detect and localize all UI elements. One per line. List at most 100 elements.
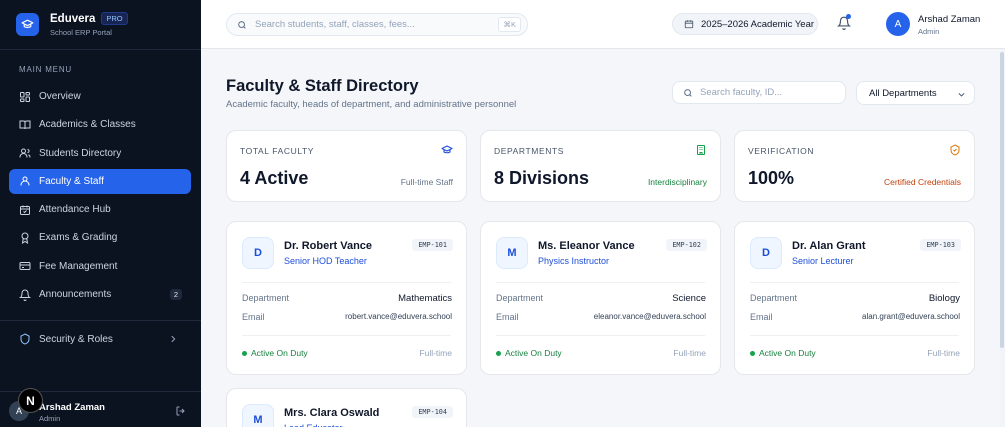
grid-icon	[20, 91, 30, 102]
status-dot	[496, 350, 501, 356]
calendar-icon	[684, 20, 694, 29]
user-role: Admin	[918, 27, 940, 36]
divider	[242, 282, 451, 283]
stat-label: VERIFICATION	[748, 146, 815, 156]
academic-year-selector[interactable]: 2025–2026 Academic Year	[672, 13, 818, 35]
email-value: eleanor.vance@eduvera.school	[593, 312, 706, 321]
bell-icon	[19, 289, 31, 301]
sidebar-item-label: Overview	[39, 91, 81, 102]
stat-card-verification: VERIFICATION 100% Certified Credentials	[734, 130, 975, 202]
department-label: Department	[496, 293, 544, 303]
sidebar-item-label: Exams & Grading	[39, 232, 118, 244]
faculty-card[interactable]: D Dr. Alan Grant Senior Lecturer EMP-103…	[734, 221, 975, 375]
brand[interactable]: Eduvera PRO School ERP Portal	[16, 12, 128, 37]
user-role: Admin	[39, 414, 61, 423]
building-icon	[697, 145, 705, 155]
faculty-name: Ms. Eleanor Vance	[538, 240, 635, 252]
search-icon	[684, 88, 692, 97]
status-dot	[750, 350, 755, 356]
sidebar-item-announcements[interactable]: Announcements 2	[9, 282, 191, 307]
department-filter-value: All Departments	[869, 87, 937, 99]
announcement-count-badge: 2	[169, 289, 182, 301]
sidebar-item-label: Announcements	[39, 289, 112, 301]
divider	[242, 335, 451, 336]
status-text: Active On Duty	[251, 348, 308, 358]
sidebar-item-faculty[interactable]: Faculty & Staff	[9, 168, 191, 194]
faculty-card[interactable]: M Mrs. Clara Oswald Lead Educator EMP-10…	[226, 388, 467, 427]
brand-subtitle: School ERP Portal	[50, 28, 112, 37]
search-shortcut: ⌘K	[498, 17, 521, 32]
academic-year-label: 2025–2026 Academic Year	[701, 18, 815, 30]
brand-name: Eduvera	[50, 12, 96, 25]
topbar: ⌘K 2025–2026 Academic Year A Arshad Zama…	[201, 0, 1005, 49]
faculty-role: Physics Instructor	[538, 256, 610, 266]
faculty-search[interactable]	[672, 81, 846, 104]
sidebar-item-overview[interactable]: Overview	[9, 84, 191, 109]
faculty-name: Mrs. Clara Oswald	[284, 407, 380, 419]
divider	[750, 335, 959, 336]
employee-id-badge: EMP-102	[666, 239, 707, 251]
dev-overlay-badge[interactable]: N	[18, 388, 43, 413]
chevron-right-icon	[171, 335, 176, 343]
graduation-cap-icon	[441, 145, 453, 154]
stat-value: 4 Active	[240, 168, 309, 188]
faculty-card[interactable]: D Dr. Robert Vance Senior HOD Teacher EM…	[226, 221, 467, 375]
sidebar-item-exams[interactable]: Exams & Grading	[9, 225, 191, 250]
stat-card-departments: DEPARTMENTS 8 Divisions Interdisciplinar…	[480, 130, 721, 202]
chevron-down-icon	[958, 93, 965, 97]
logout-icon[interactable]	[175, 405, 187, 417]
sidebar-item-label: Attendance Hub	[39, 204, 111, 216]
department-value: Science	[672, 293, 706, 304]
email-value: robert.vance@eduvera.school	[345, 312, 452, 321]
email-value: alan.grant@eduvera.school	[862, 312, 960, 321]
scrollbar-thumb[interactable]	[1000, 52, 1004, 348]
faculty-name: Dr. Robert Vance	[284, 240, 373, 252]
user-icon	[20, 176, 30, 186]
sidebar-item-academics[interactable]: Academics & Classes	[9, 112, 191, 137]
department-value: Mathematics	[398, 293, 452, 304]
sidebar-item-label: Faculty & Staff	[39, 175, 104, 187]
search-icon	[238, 20, 246, 29]
avatar: M	[496, 237, 528, 269]
department-filter-select[interactable]: All Departments	[856, 81, 975, 105]
sidebar-item-fees[interactable]: Fee Management	[9, 254, 191, 279]
employment-type: Full-time	[927, 348, 960, 358]
shield-check-icon	[950, 144, 960, 156]
user-name: Arshad Zaman	[39, 402, 105, 413]
sidebar: Eduvera PRO School ERP Portal MAIN MENU O…	[0, 0, 201, 427]
employment-type: Full-time	[673, 348, 706, 358]
faculty-name: Dr. Alan Grant	[792, 240, 866, 252]
employee-id-badge: EMP-101	[412, 239, 453, 251]
email-label: Email	[750, 312, 773, 322]
avatar: M	[242, 404, 274, 427]
card-icon	[19, 262, 31, 271]
sidebar-item-label: Fee Management	[39, 260, 118, 272]
faculty-role: Senior HOD Teacher	[284, 256, 367, 266]
divider	[496, 335, 705, 336]
sidebar-item-security[interactable]: Security & Roles	[9, 327, 191, 351]
sidebar-nav: Overview Academics & Classes Students Di…	[9, 84, 191, 310]
divider	[0, 320, 201, 321]
sidebar-item-students[interactable]: Students Directory	[9, 141, 191, 166]
department-label: Department	[750, 293, 798, 303]
pro-badge: PRO	[101, 12, 128, 25]
user-name[interactable]: Arshad Zaman	[918, 14, 980, 25]
page-subtitle: Academic faculty, heads of department, a…	[226, 99, 517, 110]
stat-note: Interdisciplinary	[647, 177, 707, 187]
faculty-card[interactable]: M Ms. Eleanor Vance Physics Instructor E…	[480, 221, 721, 375]
stat-label: DEPARTMENTS	[494, 146, 565, 156]
sidebar-item-attendance[interactable]: Attendance Hub	[9, 197, 191, 222]
avatar: D	[750, 237, 782, 269]
stat-value: 100%	[748, 168, 795, 188]
faculty-role: Lead Educator	[284, 423, 343, 427]
sidebar-item-label: Academics & Classes	[39, 119, 136, 131]
stat-note: Full-time Staff	[400, 177, 453, 187]
global-search-input[interactable]	[255, 19, 485, 30]
avatar[interactable]: A	[886, 12, 910, 36]
employment-type: Full-time	[419, 348, 452, 358]
status-badge: Active On Duty	[496, 348, 562, 358]
faculty-search-input[interactable]	[700, 87, 840, 98]
global-search[interactable]: ⌘K	[226, 13, 528, 36]
page-title: Faculty & Staff Directory	[226, 77, 419, 95]
employee-id-badge: EMP-103	[920, 239, 961, 251]
